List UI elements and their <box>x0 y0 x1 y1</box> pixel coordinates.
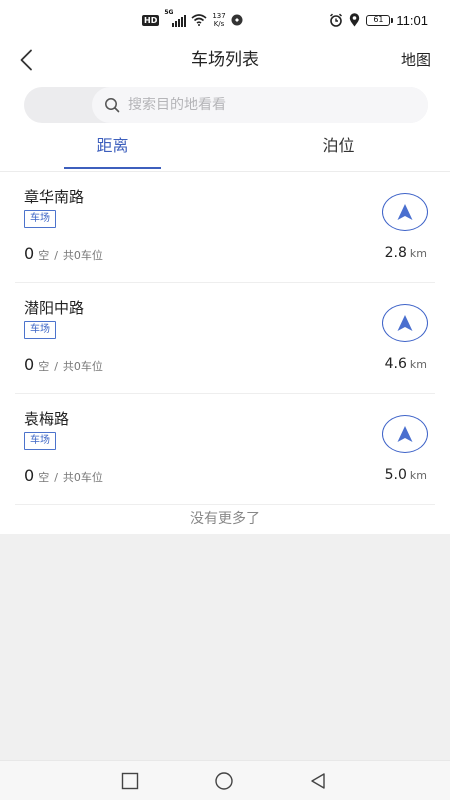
chevron-left-icon <box>20 49 32 71</box>
lot-name: 袁梅路 <box>24 410 70 428</box>
navigation-arrow-icon <box>397 315 413 331</box>
total-spaces: 共0车位 <box>62 360 103 373</box>
parking-list: 章华南路 车场 0 空 / 共0车位 2.8 km 潜阳中路 车场 0 空 / … <box>0 172 450 534</box>
total-spaces: 共0车位 <box>62 249 103 262</box>
lot-type-tag: 车场 <box>24 210 56 228</box>
distance: 4.6 km <box>385 356 427 372</box>
tab-slots[interactable]: 泊位 <box>290 127 387 171</box>
page-title: 车场列表 <box>191 50 259 70</box>
navigation-arrow-icon <box>397 426 413 442</box>
space-count: 0 空 / 共0车位 <box>24 355 103 374</box>
alarm-icon <box>330 13 343 27</box>
search-icon <box>105 98 120 113</box>
count-separator: / <box>54 360 58 373</box>
network-type: 5G <box>164 9 174 16</box>
list-item[interactable]: 袁梅路 车场 0 空 / 共0车位 5.0 km <box>15 394 435 505</box>
space-count: 0 空 / 共0车位 <box>24 466 103 485</box>
map-link[interactable]: 地图 <box>401 38 431 82</box>
clock: 11:01 <box>396 12 428 28</box>
lot-type-tag: 车场 <box>24 432 56 450</box>
network-speed: 137 K/s <box>212 12 225 28</box>
free-count: 0 <box>24 355 35 374</box>
battery-icon: 61 <box>366 14 394 26</box>
home-button[interactable] <box>214 771 234 791</box>
lot-name: 章华南路 <box>24 188 85 206</box>
hd-badge: HD <box>142 14 160 26</box>
list-end-message: 没有更多了 <box>190 511 260 527</box>
distance: 5.0 km <box>385 467 427 483</box>
distance-value: 5.0 <box>384 467 407 483</box>
location-icon <box>350 13 360 27</box>
data-saver-icon <box>231 14 243 26</box>
list-item[interactable]: 潜阳中路 车场 0 空 / 共0车位 4.6 km <box>15 283 435 394</box>
network-speed-unit: K/s <box>213 20 225 28</box>
back-button[interactable] <box>12 46 40 74</box>
count-separator: / <box>54 471 58 484</box>
list-item[interactable]: 章华南路 车场 0 空 / 共0车位 2.8 km <box>15 172 435 283</box>
free-count: 0 <box>24 244 35 263</box>
distance-value: 2.8 <box>384 245 407 261</box>
total-spaces: 共0车位 <box>62 471 103 484</box>
square-icon <box>121 772 139 790</box>
cellular-signal-icon: 5G <box>164 9 187 27</box>
wifi-icon <box>191 14 207 26</box>
network-speed-value: 137 <box>212 12 226 20</box>
free-label: 空 <box>38 360 50 373</box>
system-nav-bar <box>0 760 450 800</box>
navigation-arrow-icon <box>397 204 413 220</box>
tab-distance[interactable]: 距离 <box>64 127 161 171</box>
system-back-button[interactable] <box>308 771 328 791</box>
distance-value: 4.6 <box>384 356 407 372</box>
search-input[interactable] <box>128 97 388 113</box>
navigate-button[interactable] <box>382 193 428 231</box>
free-label: 空 <box>38 249 50 262</box>
status-bar: HD 5G 137 K/s 61 11:01 <box>0 0 450 38</box>
distance: 2.8 km <box>385 245 427 261</box>
lot-name: 潜阳中路 <box>24 299 85 317</box>
count-separator: / <box>54 249 58 262</box>
search-box[interactable] <box>92 87 428 123</box>
recent-apps-button[interactable] <box>120 771 140 791</box>
triangle-left-icon <box>311 773 325 789</box>
search-area <box>0 82 450 127</box>
header: 车场列表 地图 <box>0 38 450 82</box>
distance-unit: km <box>409 247 427 260</box>
free-count: 0 <box>24 466 35 485</box>
status-left: HD 5G 137 K/s <box>142 9 243 30</box>
space-count: 0 空 / 共0车位 <box>24 244 103 263</box>
status-right: 61 11:01 <box>329 10 428 30</box>
free-label: 空 <box>38 471 50 484</box>
navigate-button[interactable] <box>382 304 428 342</box>
distance-unit: km <box>409 469 427 482</box>
distance-unit: km <box>409 358 427 371</box>
navigate-button[interactable] <box>382 415 428 453</box>
lot-type-tag: 车场 <box>24 321 56 339</box>
tab-bar: 距离 泊位 <box>0 127 450 172</box>
circle-icon <box>215 772 233 790</box>
